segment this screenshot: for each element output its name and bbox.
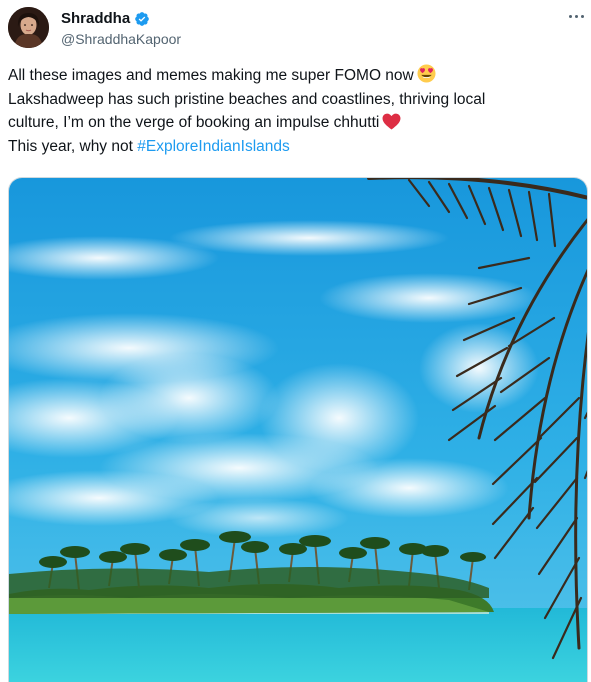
tweet-media-image[interactable] [8, 177, 588, 682]
tweet-line-4-prefix: This year, why not [8, 137, 138, 155]
hashtag-link[interactable]: #ExploreIndianIslands [137, 138, 290, 155]
tweet-line-3: culture, I’m on the verge of booking an … [8, 111, 583, 135]
user-avatar[interactable] [8, 7, 49, 48]
tweet-card: Shraddha @ShraddhaKapoor All these image… [0, 0, 591, 682]
author-display-name[interactable]: Shraddha [61, 10, 130, 27]
heart-eyes-emoji-icon [417, 64, 436, 83]
tweet-line-4: This year, why not #ExploreIndianIslands [8, 135, 583, 159]
tweet-line-2: Lakshadweep has such pristine beaches an… [8, 90, 486, 108]
more-options-icon[interactable] [568, 12, 586, 22]
author-handle[interactable]: @ShraddhaKapoor [61, 31, 181, 47]
author-name-row: Shraddha [61, 10, 150, 27]
tweet-line-1-text: All these images and memes making me sup… [8, 67, 414, 84]
island-photo [9, 178, 587, 682]
red-heart-emoji-icon [382, 113, 401, 130]
tweet-text: All these images and memes making me sup… [8, 64, 583, 158]
tweet-line-1: All these images and memes making me sup… [8, 64, 583, 88]
tweet-line-3-text: culture, I’m on the verge of booking an … [8, 114, 380, 131]
verified-badge-icon [134, 11, 150, 27]
